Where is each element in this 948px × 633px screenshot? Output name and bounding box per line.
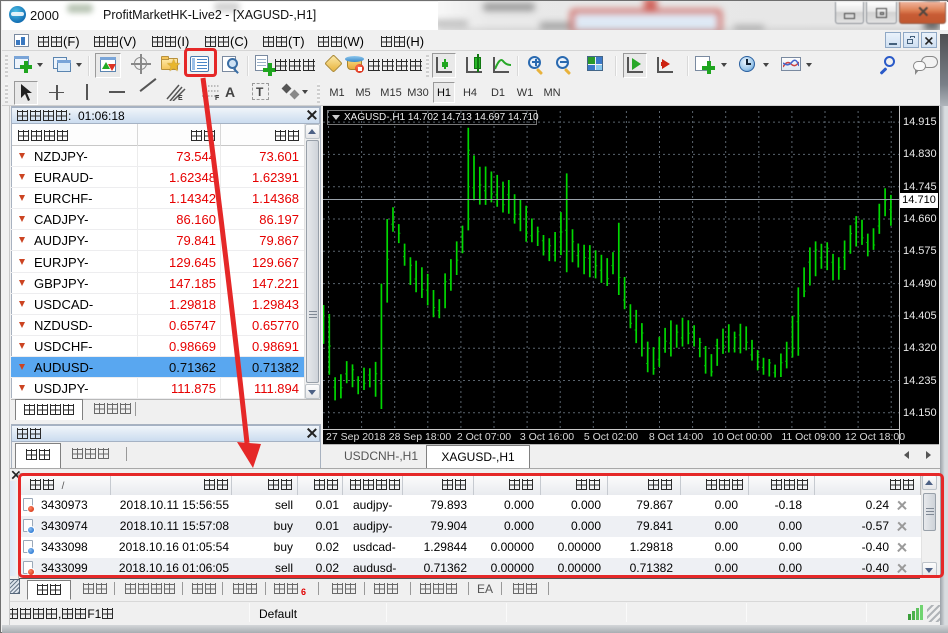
svg-text:E: E — [178, 95, 183, 101]
svg-text:F: F — [215, 95, 220, 101]
